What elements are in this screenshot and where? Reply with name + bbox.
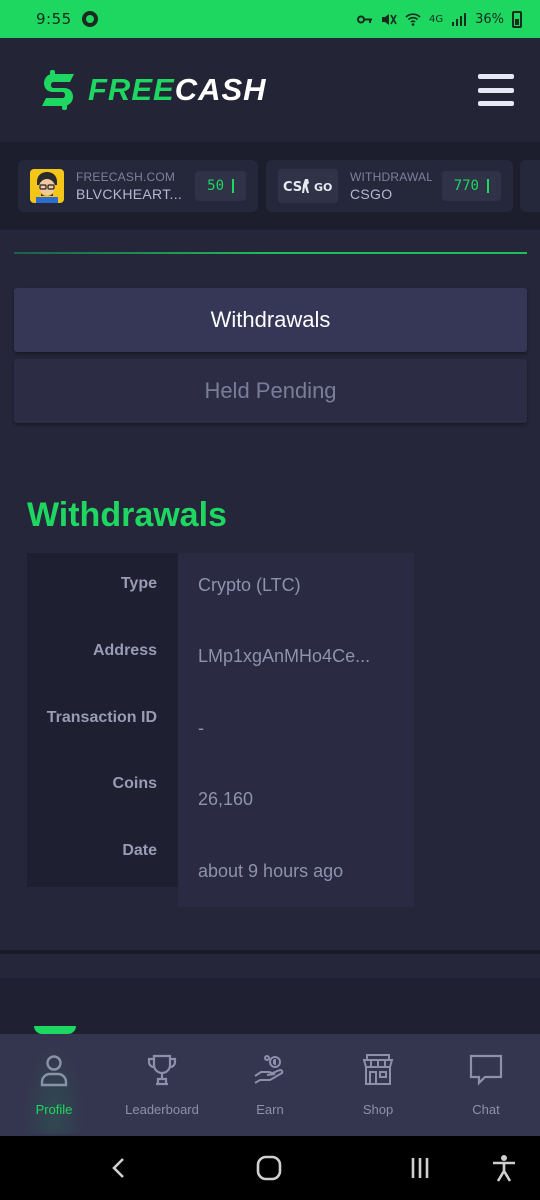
freecash-logo-icon	[42, 70, 74, 110]
value-date: about 9 hours ago	[198, 860, 344, 881]
footer-section	[0, 978, 540, 1034]
ticker-amount: 50	[195, 171, 246, 201]
avatar-icon	[30, 169, 64, 203]
active-indicator	[34, 1026, 76, 1034]
nav-profile-label: Profile	[35, 1102, 73, 1117]
ticker-user: BLVCKHEART...	[76, 186, 183, 202]
home-icon[interactable]	[252, 1152, 286, 1184]
logo-free-text: FREE	[88, 72, 175, 107]
details-labels-column: Type Address Transaction ID Coins Date	[27, 553, 178, 887]
nav-earn-label: Earn	[256, 1102, 284, 1117]
signal-icon	[452, 12, 467, 26]
navigation-app-icon	[81, 11, 98, 27]
value-type: Crypto (LTC)	[198, 575, 301, 595]
battery-percent: 36%	[475, 11, 504, 27]
nav-profile[interactable]: Profile	[0, 1034, 108, 1136]
vpn-key-icon	[356, 15, 372, 23]
nav-chat-label: Chat	[472, 1102, 500, 1117]
svg-text:CS: CS	[283, 180, 302, 195]
nav-shop[interactable]: Shop	[324, 1034, 432, 1136]
value-transaction-id: -	[198, 717, 204, 738]
ticker-amount-value: 50	[207, 178, 224, 194]
withdrawal-details-table: Type Address Transaction ID Coins Date C…	[27, 553, 414, 907]
shop-icon	[362, 1054, 394, 1085]
ticker-user: CSGO	[350, 186, 393, 202]
details-values-column: Crypto (LTC) LMp1xgAnMHo4Ce... - 26,160 …	[178, 553, 414, 907]
accessibility-icon[interactable]	[487, 1152, 521, 1184]
chat-icon	[469, 1054, 503, 1086]
system-navigation-bar	[0, 1136, 540, 1200]
hamburger-icon[interactable]	[478, 74, 514, 106]
nav-shop-label: Shop	[362, 1102, 394, 1117]
earn-icon	[254, 1055, 284, 1084]
mute-icon	[381, 13, 397, 25]
ticker-card[interactable]: FREECASH.COM BLVCKHEART... 50	[18, 160, 258, 212]
ticker-card[interactable]	[520, 160, 540, 212]
ticker-source: WITHDRAWAL	[350, 170, 432, 184]
value-coins: 26,160	[198, 789, 254, 810]
card-bottom-edge	[0, 950, 540, 954]
recents-icon[interactable]	[403, 1152, 437, 1184]
nav-earn[interactable]: Earn	[216, 1034, 324, 1136]
label-address: Address	[92, 641, 157, 659]
section-divider	[14, 252, 527, 254]
svg-text:GO: GO	[314, 181, 332, 194]
logo-cash-text: CASH	[174, 72, 267, 107]
freecash-logo[interactable]: FREECASH	[38, 70, 267, 110]
battery-icon	[512, 10, 522, 28]
ticker-meta: WITHDRAWAL CSGO	[350, 170, 432, 202]
status-bar: 9:55 4G 36%	[0, 0, 540, 38]
live-earnings-ticker: FREECASH.COM BLVCKHEART... 50 CS GO WITH…	[0, 142, 540, 230]
tab-withdrawals[interactable]: Withdrawals	[14, 288, 527, 352]
ticker-amount: 770	[441, 171, 501, 201]
ticker-meta: FREECASH.COM BLVCKHEART...	[76, 170, 185, 202]
label-type: Type	[120, 575, 157, 592]
ticker-card[interactable]: CS GO WITHDRAWAL CSGO 770	[266, 160, 513, 212]
profile-icon	[40, 1055, 68, 1087]
label-coins: Coins	[112, 775, 157, 793]
status-icons: 4G 36%	[356, 10, 522, 28]
csgo-logo: CS GO	[278, 169, 338, 203]
trophy-icon	[147, 1054, 177, 1086]
nav-chat[interactable]: Chat	[432, 1034, 540, 1136]
wifi-icon	[405, 12, 421, 26]
ticker-amount-value: 770	[453, 178, 479, 194]
back-icon[interactable]	[102, 1152, 136, 1184]
bottom-navigation: Profile Leaderboard Earn Shop Chat	[0, 1034, 540, 1136]
tab-held-pending[interactable]: Held Pending	[14, 359, 527, 423]
value-address: LMp1xgAnMHo4Ce...	[198, 646, 371, 667]
label-date: Date	[122, 842, 157, 860]
nav-leaderboard-label: Leaderboard	[125, 1102, 199, 1117]
logo-wordmark: FREECASH	[88, 72, 267, 108]
status-time: 9:55	[36, 10, 72, 28]
label-transaction-id: Transaction ID	[46, 708, 157, 726]
ticker-source: FREECASH.COM	[76, 170, 176, 184]
app-header: FREECASH	[0, 38, 540, 142]
nav-leaderboard[interactable]: Leaderboard	[108, 1034, 216, 1136]
network-type: 4G	[428, 13, 444, 25]
page-title: Withdrawals	[27, 496, 227, 534]
